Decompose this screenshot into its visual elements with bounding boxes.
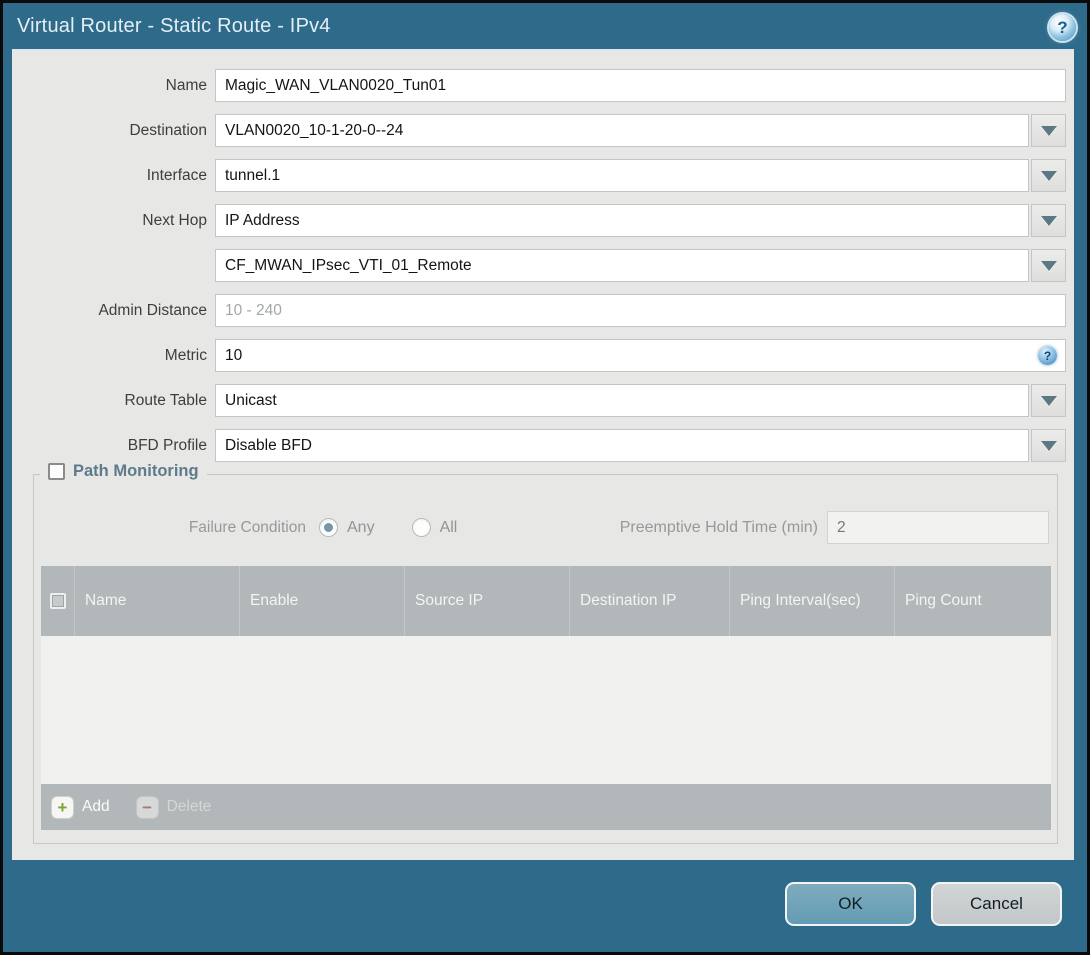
radio-icon [411,518,431,537]
chevron-down-icon [1040,260,1057,271]
failure-condition-any-label: Any [347,518,375,536]
chevron-down-icon [1040,125,1057,136]
failure-condition-any-radio[interactable]: Any [319,518,375,537]
chevron-down-icon [1040,395,1057,406]
next-hop-type-input[interactable] [215,204,1029,237]
metric-label: Metric [164,346,207,364]
bfd-profile-label: BFD Profile [127,436,207,454]
next-hop-address-dropdown-button[interactable] [1031,249,1066,282]
destination-input[interactable] [215,114,1029,147]
bfd-profile-dropdown-button[interactable] [1031,429,1066,462]
radio-icon [319,518,338,537]
next-hop-label: Next Hop [142,211,207,229]
metric-input[interactable] [215,339,1066,372]
plus-icon: + [51,795,74,819]
column-header-ping-count[interactable]: Ping Count [895,566,1051,636]
preemptive-hold-time-label: Preemptive Hold Time (min) [619,518,818,536]
route-table-label: Route Table [124,391,207,409]
name-label: Name [165,76,207,94]
path-monitoring-title: Path Monitoring [73,462,199,480]
dialog-titlebar: Virtual Router - Static Route - IPv4 ? [3,3,1087,49]
next-hop-dropdown-button[interactable] [1031,204,1066,237]
column-header-name[interactable]: Name [75,566,240,636]
admin-distance-input[interactable] [215,294,1066,327]
name-input[interactable] [215,69,1066,102]
failure-condition-row: Failure Condition Any All Preemptive Hol… [34,511,1057,544]
interface-input[interactable] [215,159,1029,192]
table-toolbar: + Add − Delete [41,784,1051,830]
next-hop-row: Next Hop [12,204,1074,237]
next-hop-address-input[interactable] [215,249,1029,282]
path-monitoring-legend: Path Monitoring [40,462,207,481]
dialog-content: Name Destination Interface [12,49,1074,860]
path-monitoring-checkbox[interactable] [48,463,65,480]
destination-dropdown-button[interactable] [1031,114,1066,147]
chevron-down-icon [1040,215,1057,226]
admin-distance-label: Admin Distance [98,301,207,319]
path-monitoring-group: Path Monitoring Failure Condition Any Al… [33,462,1058,844]
interface-row: Interface [12,159,1074,192]
preemptive-hold-time-input[interactable] [827,511,1049,544]
route-table-dropdown-button[interactable] [1031,384,1066,417]
bfd-profile-input[interactable] [215,429,1029,462]
interface-label: Interface [146,166,207,184]
column-header-ping-interval[interactable]: Ping Interval(sec) [730,566,895,636]
add-button-label: Add [82,798,110,815]
dialog-footer: OK Cancel [3,860,1087,952]
path-monitoring-table: Name Enable Source IP Destination IP Pin… [41,566,1051,830]
ok-button[interactable]: OK [785,882,916,926]
name-row: Name [12,69,1074,102]
delete-button[interactable]: − Delete [135,795,212,819]
static-route-form: Name Destination Interface [12,51,1074,462]
table-body-empty [41,636,1051,784]
column-header-source-ip[interactable]: Source IP [405,566,570,636]
column-header-enable[interactable]: Enable [240,566,405,636]
next-hop-address-row [12,249,1074,282]
failure-condition-label: Failure Condition [188,518,306,536]
select-all-cell [41,566,75,636]
static-route-dialog: Virtual Router - Static Route - IPv4 ? N… [0,0,1090,955]
destination-row: Destination [12,114,1074,147]
add-button[interactable]: + Add [51,795,110,819]
bfd-profile-row: BFD Profile [12,429,1074,462]
select-all-checkbox[interactable] [49,593,66,609]
metric-info-icon[interactable]: ? [1038,346,1057,365]
route-table-row: Route Table [12,384,1074,417]
dialog-title: Virtual Router - Static Route - IPv4 [17,14,331,37]
help-icon[interactable]: ? [1049,14,1076,41]
admin-distance-row: Admin Distance [12,294,1074,327]
metric-row: Metric ? [12,339,1074,372]
table-header-row: Name Enable Source IP Destination IP Pin… [41,566,1051,636]
route-table-input[interactable] [215,384,1029,417]
destination-label: Destination [129,121,207,139]
failure-condition-all-radio[interactable]: All [411,518,458,537]
chevron-down-icon [1040,440,1057,451]
interface-dropdown-button[interactable] [1031,159,1066,192]
chevron-down-icon [1040,170,1057,181]
column-header-destination-ip[interactable]: Destination IP [570,566,730,636]
cancel-button[interactable]: Cancel [931,882,1062,926]
delete-button-label: Delete [166,798,212,815]
minus-icon: − [135,795,159,819]
failure-condition-all-label: All [439,518,458,536]
